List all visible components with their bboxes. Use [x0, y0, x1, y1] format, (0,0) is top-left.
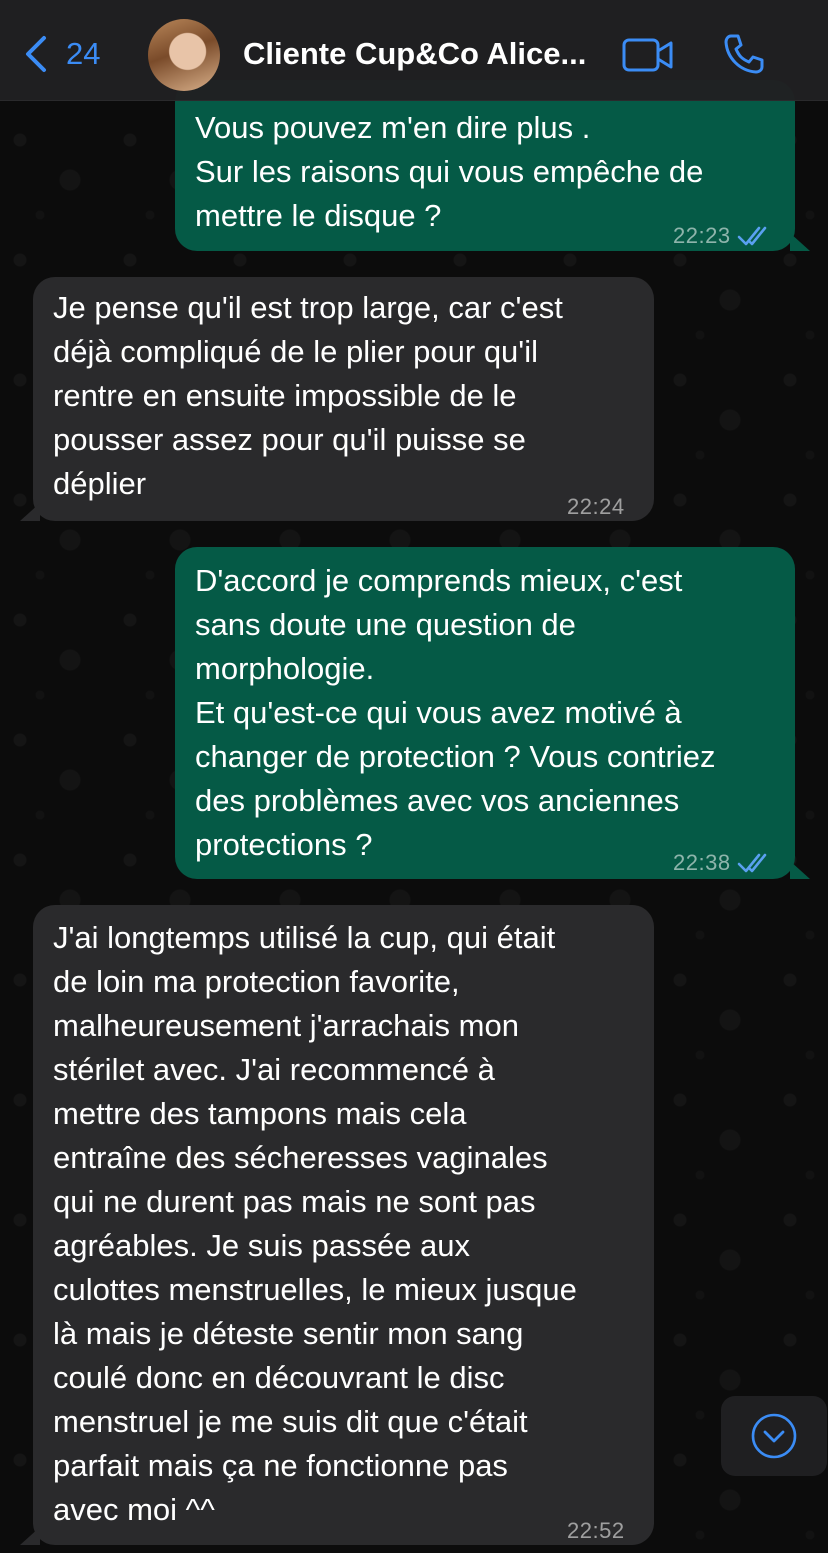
- message-line: déplier: [53, 466, 147, 501]
- message-line: mettre des tampons mais cela: [53, 1096, 467, 1131]
- message-line: culottes menstruelles, le mieux jusque: [53, 1272, 577, 1307]
- message-line: qui ne durent pas mais ne sont pas: [53, 1184, 536, 1219]
- message-time: 22:38: [673, 850, 731, 875]
- message-line: entraîne des sécheresses vaginales: [53, 1140, 548, 1175]
- message-line: menstruel je me suis dit que c'était: [53, 1404, 528, 1439]
- message-bubble-outgoing[interactable]: D'accord je comprends mieux, c'est sans …: [175, 547, 795, 879]
- double-check-icon: [737, 853, 766, 873]
- message-line: morphologie.: [195, 651, 375, 686]
- message-line: parfait mais ça ne fonctionne pas: [53, 1448, 508, 1483]
- message-time: 22:23: [673, 223, 731, 248]
- message-line: Et qu'est-ce qui vous avez motivé à: [195, 695, 682, 730]
- message-time: 22:24: [567, 494, 625, 519]
- message-line: malheureusement j'arrachais mon: [53, 1008, 519, 1043]
- message-line: coulé donc en découvrant le disc: [53, 1360, 505, 1395]
- message-line: rentre en ensuite impossible de le: [53, 378, 517, 413]
- back-button[interactable]: 24: [22, 34, 100, 74]
- chevron-left-icon: [26, 36, 46, 72]
- message-line: avec moi ^^: [53, 1492, 215, 1527]
- message-line: là mais je déteste sentir mon sang: [53, 1316, 524, 1351]
- message-meta: 22:24: [567, 485, 625, 529]
- message-line: Sur les raisons qui vous empêche de: [195, 154, 704, 189]
- message-line: Vous pouvez m'en dire plus .: [195, 110, 591, 145]
- message-line: déjà compliqué de le plier pour qu'il: [53, 334, 538, 369]
- chat-header: 24 Cliente Cup&Co Alice...: [0, 0, 828, 101]
- message-line: D'accord je comprends mieux, c'est: [195, 563, 683, 598]
- message-line: Je pense qu'il est trop large, car c'est: [53, 290, 563, 325]
- message-line: agréables. Je suis passée aux: [53, 1228, 471, 1263]
- message-time: 22:52: [567, 1518, 625, 1543]
- message-line: J'ai longtemps utilisé la cup, qui était: [53, 920, 556, 955]
- message-bubble-outgoing[interactable]: Vous pouvez m'en dire plus . Sur les rai…: [175, 80, 795, 251]
- contact-name[interactable]: Cliente Cup&Co Alice...: [243, 36, 586, 72]
- message-line: stérilet avec. J'ai recommencé à: [53, 1052, 495, 1087]
- message-line: pousser assez pour qu'il puisse se: [53, 422, 526, 457]
- message-line: changer de protection ? Vous contriez: [195, 739, 716, 774]
- message-meta: 22:52: [567, 1509, 625, 1553]
- chevron-down-circle-icon: [751, 1413, 797, 1459]
- message-bubble-incoming[interactable]: J'ai longtemps utilisé la cup, qui était…: [33, 905, 654, 1545]
- avatar[interactable]: [148, 19, 220, 91]
- scroll-to-bottom-button[interactable]: [721, 1396, 827, 1476]
- phone-call-icon[interactable]: [722, 32, 766, 76]
- double-check-icon: [737, 226, 766, 246]
- message-line: de loin ma protection favorite,: [53, 964, 460, 999]
- message-meta: 22:38: [673, 841, 769, 885]
- message-line: sans doute une question de: [195, 607, 576, 642]
- unread-count: 24: [66, 36, 101, 71]
- message-meta: 22:23: [673, 214, 769, 258]
- video-call-icon[interactable]: [622, 36, 674, 74]
- message-bubble-incoming[interactable]: Je pense qu'il est trop large, car c'est…: [33, 277, 654, 521]
- message-line: des problèmes avec vos anciennes: [195, 783, 680, 818]
